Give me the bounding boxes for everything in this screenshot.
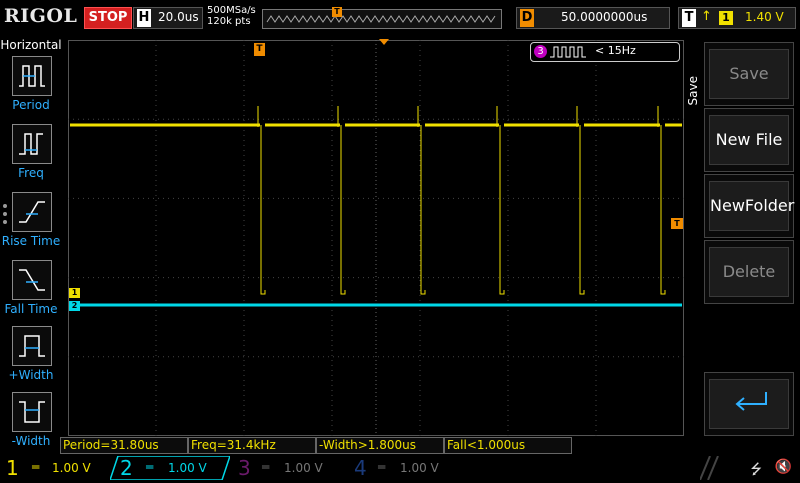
save-button-label: Save: [709, 49, 789, 99]
save-menu: Save Save New File NewFolder Delete: [686, 36, 800, 456]
new-folder-button-label: NewFolder: [709, 181, 794, 231]
top-status-bar: RIGOL STOP H 20.0us 500MSa/s 120k pts T …: [0, 0, 800, 36]
ch4-number: 4: [354, 456, 367, 480]
rising-edge-icon: ↑: [701, 9, 712, 24]
ch1-offset-marker[interactable]: 1: [69, 288, 80, 298]
new-file-button-label: New File: [709, 115, 789, 165]
horizontal-letter: H: [137, 9, 151, 27]
memory-timeline[interactable]: T: [262, 7, 502, 29]
usb-icon: ⭍: [750, 462, 762, 478]
channel-1-status[interactable]: 1 ═ 1.00 V: [0, 456, 112, 480]
ch3-badge-number: 3: [534, 45, 547, 58]
period-icon: [12, 56, 52, 96]
ch2-offset-marker[interactable]: 2: [69, 301, 80, 311]
trigger-position-marker[interactable]: T: [254, 43, 265, 56]
delete-button[interactable]: Delete: [704, 240, 794, 304]
neg-width-label: -Width: [11, 434, 51, 448]
channel-status-bar: 1 ═ 1.00 V 2 ═ 1.00 V 3 ═ 1.00 V 4 ═ 1.0…: [0, 456, 800, 480]
delete-button-label: Delete: [709, 247, 789, 297]
delay-display[interactable]: D 50.0000000us: [516, 7, 670, 29]
measurement-neg-width[interactable]: -Width>1.800us: [316, 437, 444, 454]
timeline-waveform-icon: [266, 15, 496, 23]
delay-letter: D: [520, 9, 534, 27]
ch3-frequency-badge: 3 < 15Hz: [530, 42, 680, 62]
acquisition-info: 500MSa/s 120k pts: [207, 5, 256, 27]
trigger-level-marker[interactable]: T: [671, 218, 683, 229]
ch3-number: 3: [238, 456, 251, 480]
pulse-train-icon: [550, 46, 586, 58]
rise-time-icon: [12, 192, 52, 232]
left-panel-title: Horizontal: [0, 38, 62, 52]
ch1-number: 1: [6, 456, 19, 480]
ch3-frequency-value: < 15Hz: [595, 44, 636, 57]
dc-coupling-icon: ═: [262, 460, 270, 474]
period-label: Period: [12, 98, 50, 112]
dc-coupling-icon: ═: [146, 460, 154, 474]
delay-value: 50.0000000us: [561, 10, 648, 24]
new-file-button[interactable]: New File: [704, 108, 794, 172]
pos-width-label: +Width: [8, 368, 54, 382]
measurement-fall[interactable]: Fall<1.000us: [444, 437, 572, 454]
ch4-scale: 1.00 V: [400, 461, 439, 475]
freq-label: Freq: [18, 166, 44, 180]
right-panel-title: Save: [686, 76, 700, 106]
measure-neg-width-item[interactable]: -Width: [0, 392, 62, 458]
trigger-source-badge: 1: [719, 11, 733, 25]
timebase-value: 20.0us: [158, 10, 199, 24]
measurement-bar: Period=31.80us Freq=31.4kHz -Width>1.800…: [60, 437, 700, 454]
freq-icon: [12, 124, 52, 164]
back-button-face: [709, 379, 789, 429]
measurement-period[interactable]: Period=31.80us: [60, 437, 188, 454]
measure-period-item[interactable]: Period: [0, 56, 62, 122]
horizontal-measure-menu: Horizontal Period Freq Rise Time Fall Ti…: [0, 36, 62, 456]
channel-3-status[interactable]: 3 ═ 1.00 V: [228, 456, 344, 480]
fall-time-label: Fall Time: [4, 302, 58, 316]
measure-rise-time-item[interactable]: Rise Time: [0, 192, 62, 258]
pos-width-icon: [12, 326, 52, 366]
ch2-scale: 1.00 V: [168, 461, 207, 475]
rigol-logo: RIGOL: [4, 5, 78, 27]
measurement-freq[interactable]: Freq=31.4kHz: [188, 437, 316, 454]
trigger-level-value: 1.40 V: [745, 10, 784, 24]
neg-width-icon: [12, 392, 52, 432]
sample-rate: 500MSa/s: [207, 5, 256, 16]
trigger-display[interactable]: T ↑ 1 1.40 V: [678, 7, 796, 29]
ch1-scale: 1.00 V: [52, 461, 91, 475]
dc-coupling-icon: ═: [32, 460, 40, 474]
fall-time-icon: [12, 260, 52, 300]
ch2-number: 2: [120, 456, 133, 480]
horizontal-timebase[interactable]: H 20.0us: [133, 7, 203, 29]
back-button[interactable]: [704, 372, 794, 436]
rise-time-label: Rise Time: [1, 234, 61, 248]
measure-freq-item[interactable]: Freq: [0, 124, 62, 190]
channel-4-status[interactable]: 4 ═ 1.00 V: [344, 456, 460, 480]
channel-2-status[interactable]: 2 ═ 1.00 V: [110, 456, 230, 480]
measure-pos-width-item[interactable]: +Width: [0, 326, 62, 392]
trigger-letter: T: [682, 9, 696, 27]
new-folder-button[interactable]: NewFolder: [704, 174, 794, 238]
dc-coupling-icon: ═: [378, 460, 386, 474]
ch3-scale: 1.00 V: [284, 461, 323, 475]
memory-depth: 120k pts: [207, 16, 251, 27]
waveform-display[interactable]: T 3 < 15Hz 1 2 T: [68, 39, 684, 436]
speaker-mute-icon[interactable]: 🔇: [775, 459, 792, 475]
save-button[interactable]: Save: [704, 42, 794, 106]
back-arrow-icon: [735, 392, 767, 411]
center-marker-icon: [379, 39, 389, 45]
run-stop-indicator[interactable]: STOP: [84, 7, 132, 29]
timeline-trigger-marker: T: [332, 7, 342, 17]
measure-fall-time-item[interactable]: Fall Time: [0, 260, 62, 326]
waveform-grid: [68, 40, 684, 436]
